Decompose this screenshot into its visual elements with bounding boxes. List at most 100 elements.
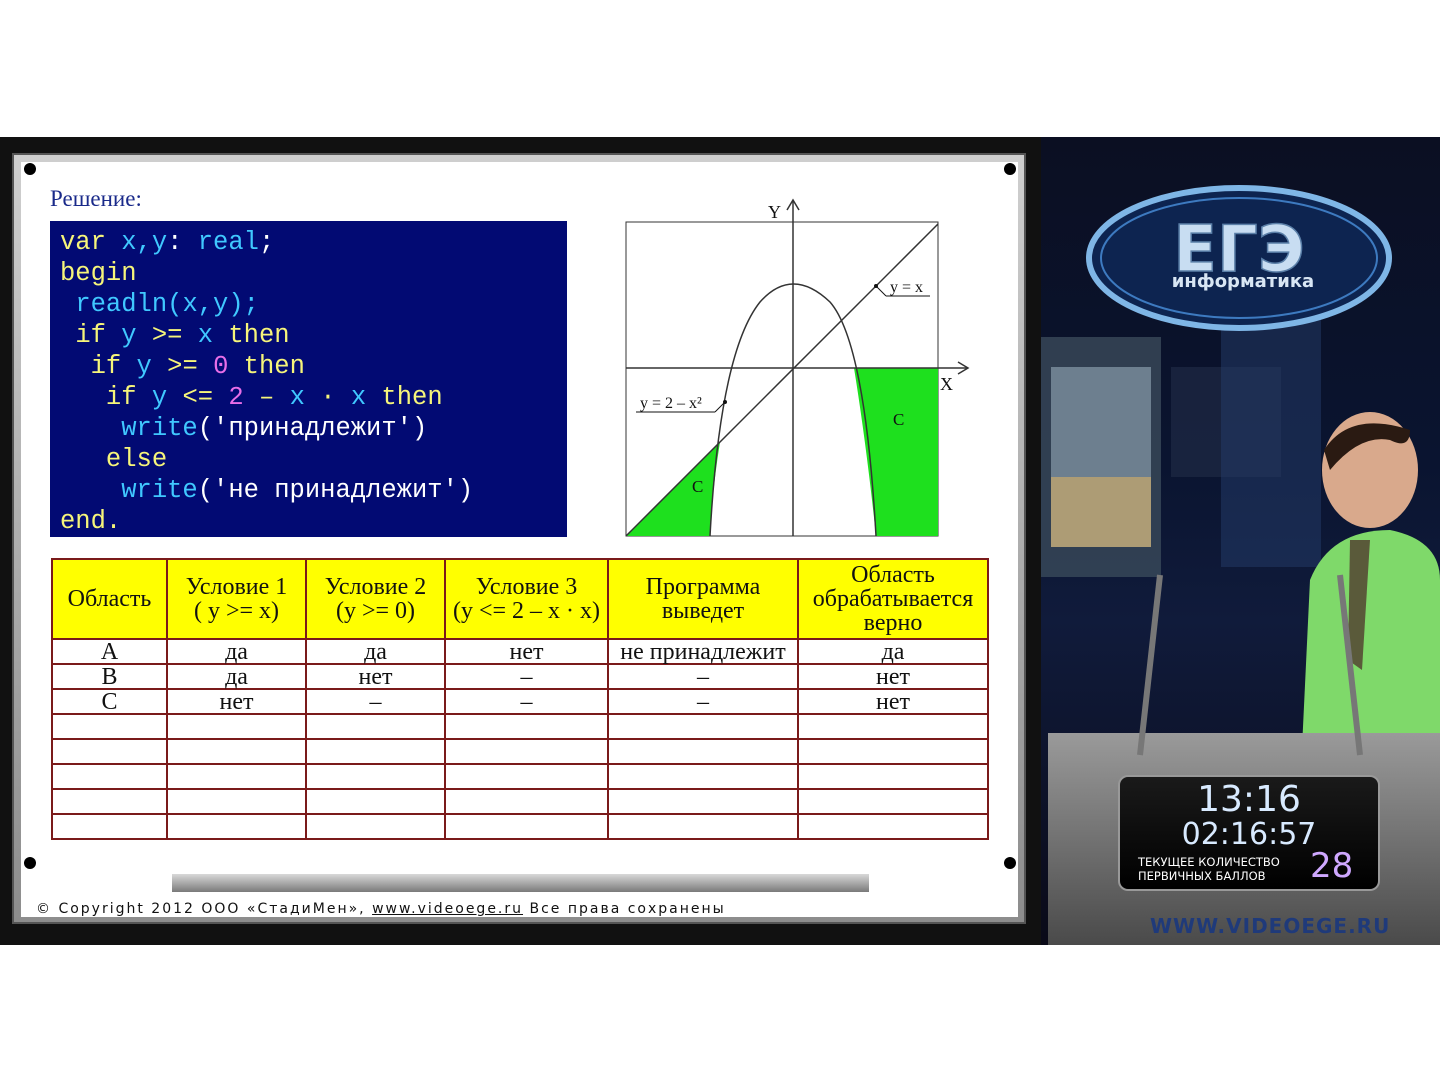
copyright-line: © Copyright 2012 ООО «СтадиМен», www.vid…	[36, 901, 726, 917]
code-token: –	[258, 383, 290, 412]
table-cell	[797, 813, 989, 840]
code-token: end.	[60, 507, 122, 536]
region-c-right	[854, 368, 938, 536]
code-token: :	[167, 228, 198, 257]
code-line: write('не принадлежит')	[60, 475, 557, 506]
table-cell: B	[51, 663, 168, 690]
table-cell	[166, 738, 307, 765]
table-cell: не принадлежит	[607, 638, 799, 665]
copyright-suffix: Все права сохранены	[523, 901, 726, 917]
score-label: ТЕКУЩЕЕ КОЛИЧЕСТВО ПЕРВИЧНЫХ БАЛЛОВ	[1138, 855, 1280, 883]
table-cell	[166, 813, 307, 840]
microphone	[1337, 574, 1363, 756]
code-token: y	[151, 383, 183, 412]
microphone	[1137, 574, 1163, 756]
table-cell	[51, 788, 168, 815]
code-token: if	[75, 321, 122, 350]
table-cell	[166, 788, 307, 815]
table-cell	[305, 763, 446, 790]
score-label-line-2: ПЕРВИЧНЫХ БАЛЛОВ	[1138, 869, 1266, 883]
studio-site-link[interactable]: WWW.VIDEOEGE.RU	[1150, 914, 1390, 938]
board-peg	[1004, 163, 1016, 175]
ege-logo: ЕГЭ информатика	[1086, 185, 1392, 331]
table-cell: –	[444, 663, 609, 690]
code-token: write	[121, 414, 198, 443]
table-cell: да	[797, 638, 989, 665]
code-token: y	[121, 321, 152, 350]
table-cell: да	[166, 663, 307, 690]
code-token: (x,y);	[167, 290, 259, 319]
code-token: write	[121, 476, 198, 505]
code-token: readln	[75, 290, 168, 319]
table-cell	[607, 763, 799, 790]
board-peg	[1004, 857, 1016, 869]
table-cell	[166, 713, 307, 740]
table-cell	[305, 813, 446, 840]
code-token: 0	[213, 352, 244, 381]
table-cell	[797, 763, 989, 790]
table-cell: нет	[444, 638, 609, 665]
parabola-label: y = 2 – x²	[640, 395, 702, 412]
table-cell: –	[305, 688, 446, 715]
table-cell	[305, 713, 446, 740]
code-token: 2	[228, 383, 259, 412]
table-cell	[305, 738, 446, 765]
table-row	[51, 813, 989, 840]
table-header-cell: Условие 2 (y >= 0)	[305, 558, 446, 640]
code-token: else	[105, 445, 168, 474]
table-cell	[444, 713, 609, 740]
code-line: else	[60, 444, 557, 475]
table-cell: –	[607, 688, 799, 715]
table-row	[51, 738, 989, 765]
code-token: if	[105, 383, 152, 412]
table-body: Aда да нет не принадлежит да Bда нет – – нет Cнет –…	[51, 638, 989, 840]
table-cell	[51, 763, 168, 790]
table-cell	[797, 738, 989, 765]
region-label-right: C	[893, 410, 904, 429]
table-cell: да	[305, 638, 446, 665]
board-peg	[24, 163, 36, 175]
code-token: if	[90, 352, 137, 381]
line-label: y = x	[890, 279, 923, 296]
code-line: begin	[60, 258, 557, 289]
code-line: end.	[60, 506, 557, 537]
table-row	[51, 763, 989, 790]
table-cell	[444, 763, 609, 790]
table-cell: нет	[166, 688, 307, 715]
board-tray	[172, 874, 869, 892]
table-cell	[305, 788, 446, 815]
table-row: Bда нет – – нет	[51, 663, 989, 690]
region-label-left: C	[692, 477, 703, 496]
code-token: >=	[151, 321, 198, 350]
table-cell: C	[51, 688, 168, 715]
table-header-cell: Условие 3 (y <= 2 – x · x)	[444, 558, 609, 640]
score-value: 28	[1310, 846, 1354, 886]
score-label-line-1: ТЕКУЩЕЕ КОЛИЧЕСТВО	[1138, 855, 1280, 869]
code-line: readln(x,y);	[60, 289, 557, 320]
table-cell: –	[607, 663, 799, 690]
table-header-cell: Область обрабатывается верно	[797, 558, 989, 640]
code-token: var	[60, 228, 122, 257]
code-token: x,y	[121, 228, 168, 257]
table-cell	[607, 713, 799, 740]
table-cell	[797, 788, 989, 815]
logo-subtitle: информатика	[1172, 271, 1314, 292]
table-header-cell: Программа выведет	[607, 558, 799, 640]
table-header-row: Область Условие 1 ( y >= x) Условие 2 (y >…	[51, 558, 989, 640]
table-cell: нет	[305, 663, 446, 690]
board-peg	[24, 857, 36, 869]
code-token: then	[381, 383, 443, 412]
table-cell: нет	[797, 663, 989, 690]
table-row	[51, 713, 989, 740]
table-cell	[444, 788, 609, 815]
table-cell	[51, 713, 168, 740]
table-cell	[607, 788, 799, 815]
copyright-site-link[interactable]: www.videoege.ru	[372, 901, 523, 917]
copyright-prefix: © Copyright 2012 ООО «СтадиМен»,	[36, 901, 373, 917]
code-token: x	[197, 321, 229, 350]
